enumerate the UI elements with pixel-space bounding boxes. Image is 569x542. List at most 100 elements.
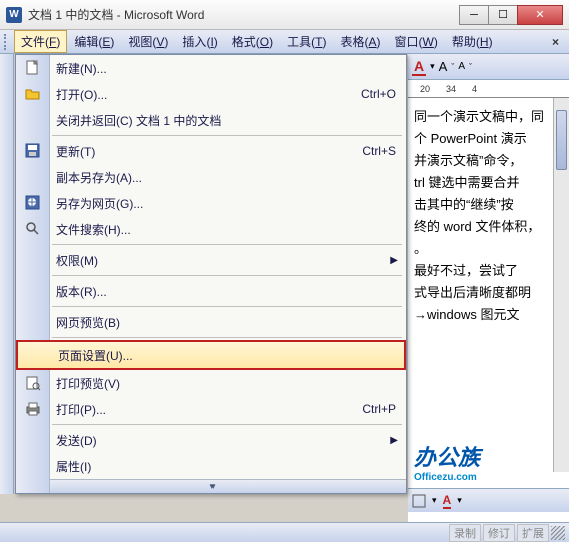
vertical-scrollbar[interactable]	[553, 98, 569, 472]
submenu-arrow-icon: ▶	[390, 255, 398, 266]
menu-item-close-return[interactable]: 关闭并返回(C) 文档 1 中的文档	[16, 107, 406, 133]
dropdown-arrow-icon[interactable]: ▾	[457, 495, 462, 506]
status-record[interactable]: 录制	[449, 524, 481, 542]
menu-separator	[52, 275, 402, 276]
menu-item-label: 新建(N)...	[56, 60, 396, 77]
doc-line: 终的 word 文件体积，	[414, 216, 563, 238]
doc-line: 击其中的“继续”按	[414, 194, 563, 216]
menu-separator	[52, 306, 402, 307]
ruler-mark: 34	[446, 84, 456, 94]
doc-line: 同一个演示文稿中，同	[414, 106, 563, 128]
menu-item-label: 打开(O)...	[56, 86, 361, 103]
menu-item-page-setup[interactable]: 页面设置(U)...	[16, 340, 406, 370]
menu-edit[interactable]: 编辑(E)	[67, 30, 121, 53]
menu-item-versions[interactable]: 版本(R)...	[16, 278, 406, 304]
file-menu-dropdown: 新建(N)... 打开(O)... Ctrl+O 关闭并返回(C) 文档 1 中…	[15, 54, 407, 494]
menu-item-properties[interactable]: 属性(I)	[16, 453, 406, 479]
menu-item-label: 版本(R)...	[56, 283, 396, 300]
grow-font-button[interactable]: A	[439, 59, 448, 74]
left-toolbar-strip	[0, 54, 14, 494]
menu-item-label: 文件搜索(H)...	[56, 221, 396, 238]
logo-url: Officezu.com	[414, 472, 487, 483]
menu-item-permission[interactable]: 权限(M) ▶	[16, 247, 406, 273]
menu-separator	[52, 135, 402, 136]
doc-line: 最好不过，尝试了	[414, 260, 563, 282]
doc-line: 。	[414, 238, 563, 260]
menu-item-save-as-webpage[interactable]: 另存为网页(G)...	[16, 190, 406, 216]
maximize-button[interactable]: ☐	[488, 5, 518, 25]
menu-help[interactable]: 帮助(H)	[445, 30, 500, 53]
menu-window[interactable]: 窗口(W)	[388, 30, 445, 53]
document-close-button[interactable]: ×	[546, 35, 565, 49]
minimize-button[interactable]: ─	[459, 5, 489, 25]
shrink-font-button[interactable]: A	[458, 61, 465, 72]
menu-item-label: 副本另存为(A)...	[56, 169, 396, 186]
menu-item-label: 打印预览(V)	[56, 375, 396, 392]
ruler-mark: 4	[472, 84, 477, 94]
title-bar: W 文档 1 中的文档 - Microsoft Word ─ ☐ ✕	[0, 0, 569, 30]
doc-line: trl 键选中需要合并	[414, 172, 563, 194]
menu-separator	[52, 424, 402, 425]
menu-item-update[interactable]: 更新(T) Ctrl+S	[16, 138, 406, 164]
word-app-icon: W	[6, 7, 22, 23]
menu-item-send[interactable]: 发送(D) ▶	[16, 427, 406, 453]
menu-view[interactable]: 视图(V)	[121, 30, 175, 53]
close-button[interactable]: ✕	[517, 5, 563, 25]
menu-item-label: 关闭并返回(C) 文档 1 中的文档	[56, 112, 396, 129]
resize-grip-icon[interactable]	[551, 526, 565, 540]
menu-item-label: 属性(I)	[56, 458, 396, 475]
menu-file[interactable]: 文件(F)	[14, 30, 67, 53]
dropdown-arrow-icon[interactable]: ▾	[432, 495, 437, 506]
menu-separator	[52, 244, 402, 245]
chevron-down-icon: ▾▾	[209, 481, 212, 492]
menu-item-open[interactable]: 打开(O)... Ctrl+O	[16, 81, 406, 107]
menu-bar: 文件(F) 编辑(E) 视图(V) 插入(I) 格式(O) 工具(T) 表格(A…	[0, 30, 569, 54]
status-bar: 录制 修订 扩展	[0, 522, 569, 542]
print-preview-icon	[23, 373, 43, 393]
menu-item-print[interactable]: 打印(P)... Ctrl+P	[16, 396, 406, 422]
menu-expand-button[interactable]: ▾▾	[16, 479, 406, 493]
submenu-arrow-icon: ▶	[390, 435, 398, 446]
font-color-button[interactable]: A	[443, 493, 452, 509]
save-icon	[23, 141, 43, 161]
menu-item-label: 打印(P)...	[56, 401, 362, 418]
menu-tools[interactable]: 工具(T)	[280, 30, 333, 53]
menu-format[interactable]: 格式(O)	[225, 30, 280, 53]
menu-separator	[52, 337, 402, 338]
drawing-toolbar: ▾ A ▾	[408, 488, 569, 512]
ruler-mark: 20	[420, 84, 430, 94]
menu-item-file-search[interactable]: 文件搜索(H)...	[16, 216, 406, 242]
open-icon	[23, 84, 43, 104]
document-content[interactable]: 同一个演示文稿中，同 个 PowerPoint 演示 并演示文稿”命令， trl…	[408, 98, 569, 460]
menu-item-label: 发送(D)	[56, 432, 396, 449]
window-controls: ─ ☐ ✕	[460, 5, 563, 25]
font-color-button[interactable]: A	[412, 58, 426, 76]
save-webpage-icon	[23, 193, 43, 213]
menu-item-shortcut: Ctrl+S	[362, 144, 396, 158]
status-track-changes[interactable]: 修订	[483, 524, 515, 542]
horizontal-ruler[interactable]: 20 34 4	[408, 80, 569, 98]
menu-item-save-copy-as[interactable]: 副本另存为(A)...	[16, 164, 406, 190]
search-icon	[23, 219, 43, 239]
menu-item-label: 权限(M)	[56, 252, 396, 269]
status-extend[interactable]: 扩展	[517, 524, 549, 542]
menu-item-label: 更新(T)	[56, 143, 362, 160]
doc-line: 个 PowerPoint 演示	[414, 128, 563, 150]
menu-item-print-preview[interactable]: 打印预览(V)	[16, 370, 406, 396]
menu-item-label: 另存为网页(G)...	[56, 195, 396, 212]
menu-item-label: 页面设置(U)...	[58, 347, 394, 364]
menu-item-new[interactable]: 新建(N)...	[16, 55, 406, 81]
menu-item-shortcut: Ctrl+P	[362, 402, 396, 416]
dropdown-arrow-icon[interactable]: ▾	[430, 61, 435, 72]
shape-tool-icon[interactable]	[412, 494, 426, 508]
scrollbar-thumb[interactable]	[556, 110, 567, 170]
toolbar-handle-icon[interactable]	[4, 34, 10, 50]
menu-item-label: 网页预览(B)	[56, 314, 396, 331]
print-icon	[23, 399, 43, 419]
logo-text: 办公族	[414, 440, 487, 472]
menu-item-web-preview[interactable]: 网页预览(B)	[16, 309, 406, 335]
menu-table[interactable]: 表格(A)	[334, 30, 388, 53]
window-title: 文档 1 中的文档 - Microsoft Word	[28, 6, 460, 23]
menu-insert[interactable]: 插入(I)	[175, 30, 224, 53]
new-icon	[23, 58, 43, 78]
